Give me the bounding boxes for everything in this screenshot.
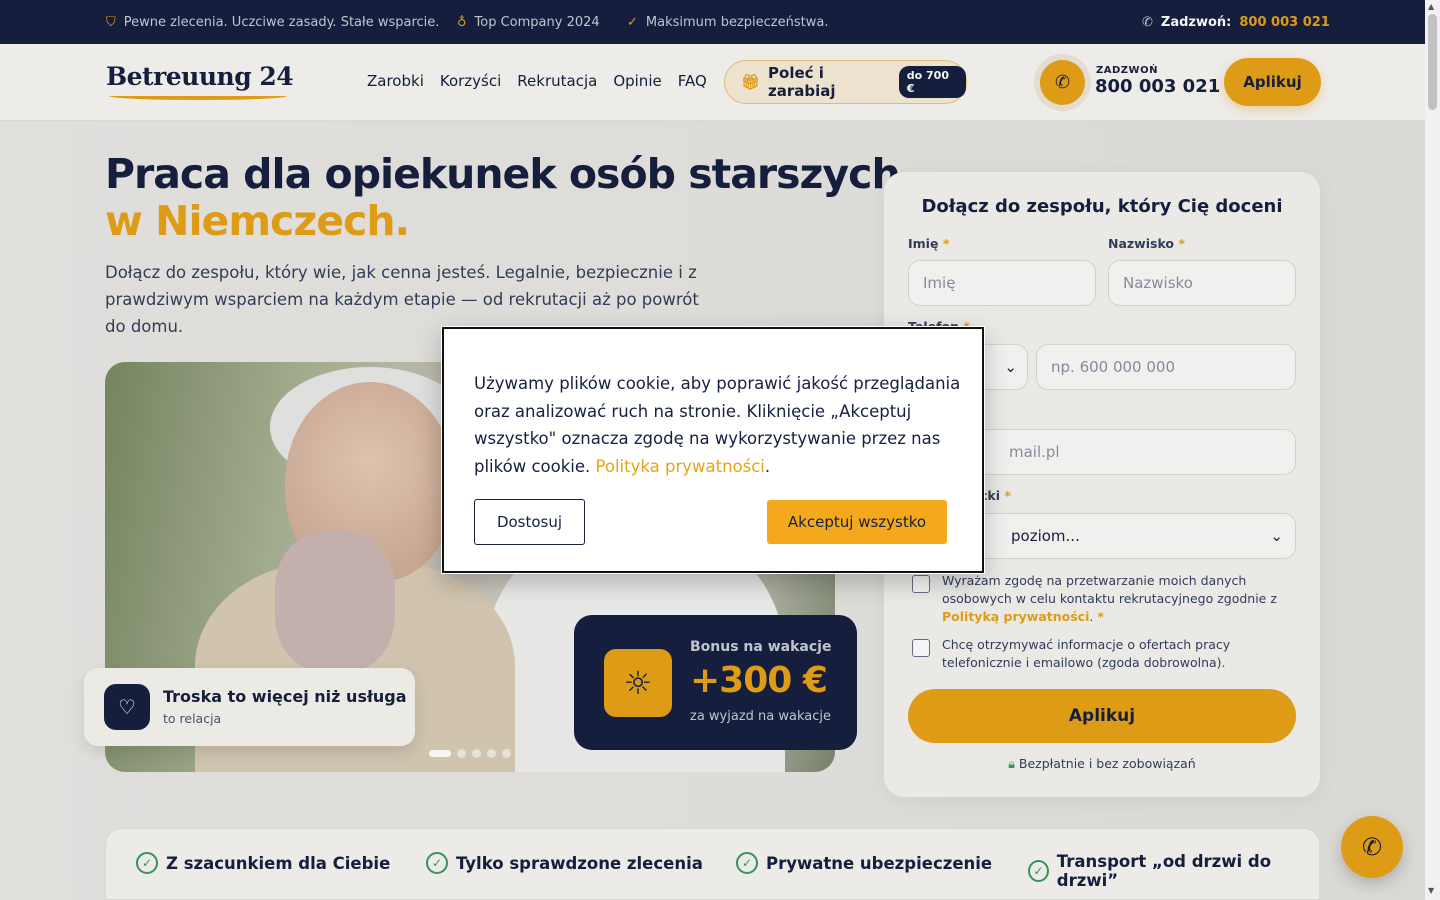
cookie-privacy-link[interactable]: Polityka prywatności — [596, 457, 765, 476]
cookie-accept-all-button[interactable]: Akceptuj wszystko — [767, 500, 947, 544]
scrollbar[interactable] — [1425, 0, 1440, 900]
scrollbar-thumb[interactable] — [1428, 14, 1437, 110]
scroll-up-arrow[interactable]: ▲ — [1428, 2, 1434, 11]
cookie-customize-button[interactable]: Dostosuj — [474, 499, 585, 545]
scroll-down-arrow[interactable]: ▼ — [1428, 886, 1434, 895]
cookie-dialog: Używamy plików cookie, aby poprawić jako… — [442, 327, 984, 573]
cookie-text: Używamy plików cookie, aby poprawić jako… — [474, 374, 961, 476]
